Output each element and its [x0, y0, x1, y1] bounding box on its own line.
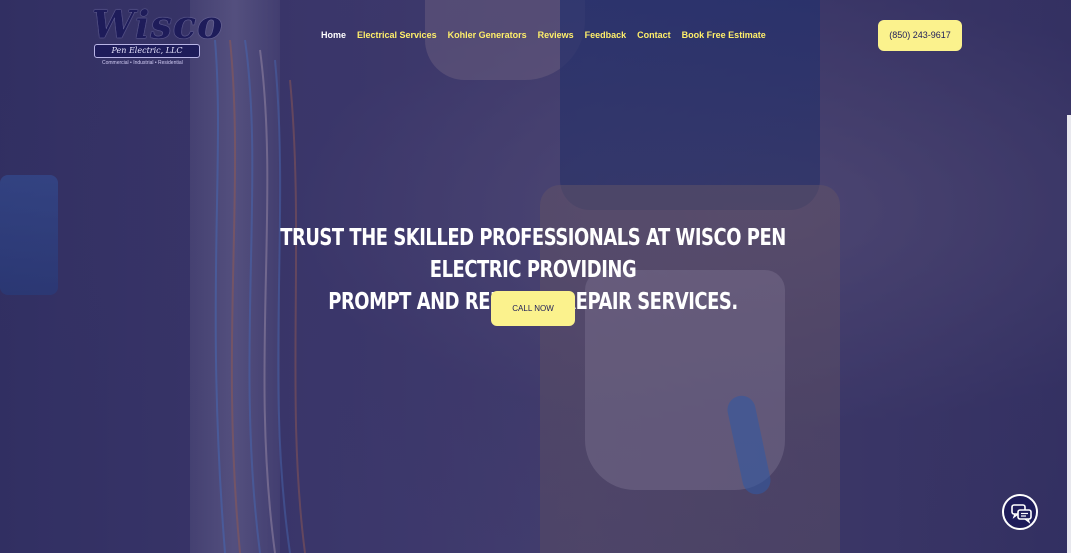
nav-contact[interactable]: Contact [637, 30, 671, 40]
nav-home[interactable]: Home [321, 30, 346, 40]
call-now-button[interactable]: Call Now [491, 291, 575, 326]
site-logo[interactable]: Wisco Pen Electric, LLC Commercial • Ind… [92, 2, 222, 70]
main-nav: Home Electrical Services Kohler Generato… [321, 30, 766, 40]
nav-book-free-estimate[interactable]: Book Free Estimate [682, 30, 766, 40]
chat-button[interactable] [1002, 494, 1038, 530]
hero-headline-line1: Trust the skilled professionals at Wisco… [280, 225, 786, 283]
logo-tagline: Commercial • Industrial • Residential [102, 60, 183, 66]
page-scrollbar[interactable] [1067, 115, 1071, 553]
nav-reviews[interactable]: Reviews [538, 30, 574, 40]
nav-kohler-generators[interactable]: Kohler Generators [448, 30, 527, 40]
nav-electrical-services[interactable]: Electrical Services [357, 30, 437, 40]
phone-button[interactable]: (850) 243-9617 [878, 20, 962, 51]
chat-bubbles-icon [1011, 504, 1032, 524]
logo-banner: Pen Electric, LLC [94, 44, 200, 58]
logo-wordmark: Wisco [92, 2, 224, 47]
nav-feedback[interactable]: Feedback [585, 30, 627, 40]
